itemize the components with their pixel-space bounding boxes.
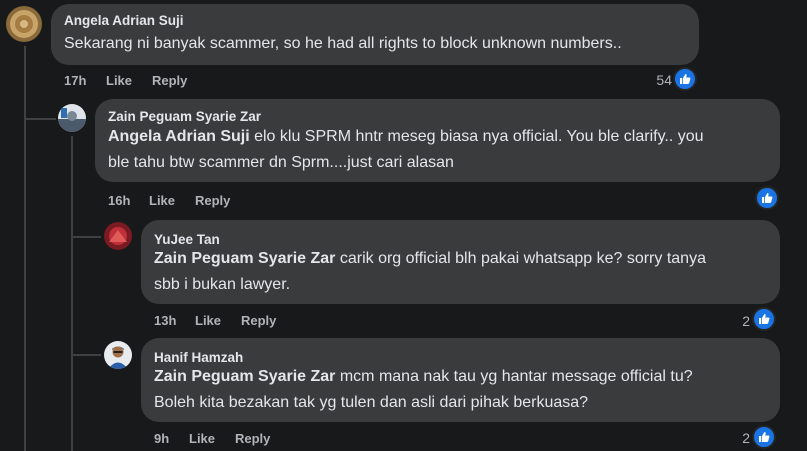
avatar[interactable] [58, 104, 86, 132]
comment-time[interactable]: 17h [64, 73, 86, 88]
comment-author[interactable]: YuJee Tan [154, 232, 220, 247]
comment-time[interactable]: 16h [108, 193, 130, 208]
mention-link[interactable]: Zain Peguam Syarie Zar [154, 368, 335, 385]
comment-text: Zain Peguam Syarie Zar carik org officia… [154, 246, 774, 298]
reply-button[interactable]: Reply [195, 193, 230, 208]
thread-line-branch-1 [24, 118, 56, 120]
like-reaction-icon[interactable] [752, 425, 776, 449]
reaction-count[interactable]: 2 [728, 313, 750, 329]
mention-link[interactable]: Angela Adrian Suji [108, 128, 250, 145]
like-button[interactable]: Like [195, 313, 221, 328]
comment-text-line: Zain Peguam Syarie Zar mcm mana nak tau … [154, 364, 774, 390]
comment-text-line: sbb i bukan lawyer. [154, 276, 291, 293]
reply-button[interactable]: Reply [241, 313, 276, 328]
mention-link[interactable]: Zain Peguam Syarie Zar [154, 250, 335, 267]
reaction-count[interactable]: 54 [640, 72, 672, 88]
thread-line-branch-2 [71, 236, 101, 238]
like-reaction-icon[interactable] [755, 186, 779, 210]
comment-author[interactable]: Zain Peguam Syarie Zar [108, 109, 261, 124]
comment-text-line: Boleh kita bezakan tak yg tulen dan asli… [154, 394, 589, 411]
like-button[interactable]: Like [106, 73, 132, 88]
reply-button[interactable]: Reply [235, 431, 270, 446]
like-button[interactable]: Like [149, 193, 175, 208]
thread-line-branch-3 [71, 354, 101, 356]
like-reaction-icon[interactable] [673, 67, 697, 91]
comment-text: Zain Peguam Syarie Zar mcm mana nak tau … [154, 364, 774, 416]
thread-line-main [24, 46, 26, 451]
reaction-count[interactable]: 2 [728, 430, 750, 446]
comment-text-part: mcm mana nak tau yg hantar message offic… [335, 368, 693, 385]
avatar[interactable] [6, 6, 42, 42]
comment-text-line: ble tahu btw scammer dn Sprm....just car… [108, 154, 454, 171]
comment-author[interactable]: Hanif Hamzah [154, 350, 243, 365]
thread-line-sub [71, 136, 73, 451]
avatar[interactable] [104, 222, 132, 250]
comment-text: Angela Adrian Suji elo klu SPRM hntr mes… [108, 124, 773, 176]
comment-time[interactable]: 9h [154, 431, 169, 446]
comment-text-line: Zain Peguam Syarie Zar carik org officia… [154, 246, 774, 272]
comment-text-part: carik org official blh pakai whatsapp ke… [335, 250, 706, 267]
comment-time[interactable]: 13h [154, 313, 176, 328]
comment-author[interactable]: Angela Adrian Suji [64, 13, 184, 28]
like-reaction-icon[interactable] [752, 307, 776, 331]
reply-button[interactable]: Reply [152, 73, 187, 88]
comment-text-line: Angela Adrian Suji elo klu SPRM hntr mes… [108, 124, 773, 150]
comment-text-part: elo klu SPRM hntr meseg biasa nya offici… [249, 128, 704, 145]
comment-text: Sekarang ni banyak scammer, so he had al… [64, 35, 622, 52]
like-button[interactable]: Like [189, 431, 215, 446]
avatar[interactable] [104, 341, 132, 369]
